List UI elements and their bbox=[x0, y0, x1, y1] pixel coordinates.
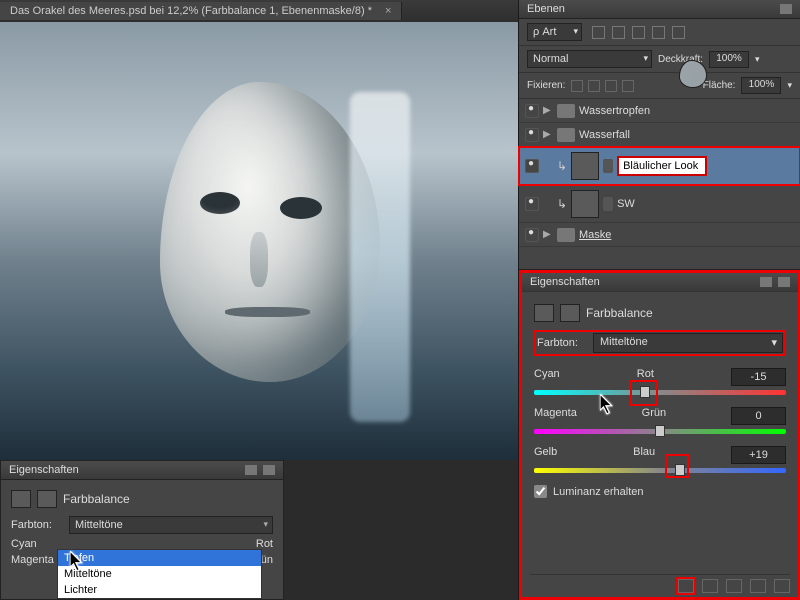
filter-smart-icon[interactable] bbox=[672, 26, 685, 39]
visibility-icon[interactable] bbox=[750, 579, 766, 593]
cyan-label: Cyan bbox=[534, 368, 560, 386]
annotation-box bbox=[630, 380, 658, 406]
tone-select[interactable]: Mitteltöne bbox=[593, 333, 783, 353]
clip-icon[interactable] bbox=[678, 579, 694, 593]
collapse-icon[interactable] bbox=[760, 277, 772, 287]
trash-icon[interactable] bbox=[774, 579, 790, 593]
layer-group[interactable]: ▶ Wassertropfen bbox=[519, 99, 800, 123]
tone-label: Farbton: bbox=[11, 519, 63, 531]
lock-all-icon[interactable] bbox=[622, 80, 634, 92]
tone-select[interactable]: Mitteltöne bbox=[69, 516, 273, 534]
balance-icon bbox=[11, 490, 31, 508]
lock-transparent-icon[interactable] bbox=[571, 80, 583, 92]
layer-filter-select[interactable]: ρ Art bbox=[527, 23, 582, 41]
mask-icon bbox=[560, 304, 580, 322]
magenta-value[interactable]: 0 bbox=[731, 407, 786, 425]
menu-icon[interactable] bbox=[263, 465, 275, 475]
visibility-toggle[interactable] bbox=[525, 228, 539, 242]
green-label: Grün bbox=[642, 407, 666, 425]
lock-label: Fixieren: bbox=[527, 80, 565, 91]
panel-title: Eigenschaften bbox=[9, 464, 79, 476]
visibility-toggle[interactable] bbox=[525, 159, 539, 173]
dropdown-option-mitteltoene[interactable]: Mitteltöne bbox=[58, 566, 261, 582]
layer-adjustment[interactable]: ↳ SW bbox=[519, 185, 800, 223]
reset-icon[interactable] bbox=[726, 579, 742, 593]
layer-name[interactable]: SW bbox=[617, 198, 635, 210]
dropdown-option-tiefen[interactable]: Tiefen bbox=[58, 550, 261, 566]
mask-icon bbox=[37, 490, 57, 508]
visibility-toggle[interactable] bbox=[525, 128, 539, 142]
magenta-green-slider[interactable] bbox=[534, 429, 786, 434]
yellow-label: Gelb bbox=[534, 446, 557, 464]
annotation-box bbox=[665, 454, 689, 478]
magenta-label: Magenta bbox=[534, 407, 577, 425]
layers-title: Ebenen bbox=[527, 3, 565, 15]
tone-dropdown[interactable]: Tiefen Mitteltöne Lichter bbox=[57, 549, 262, 599]
twisty-icon[interactable]: ▶ bbox=[543, 105, 553, 116]
lock-position-icon[interactable] bbox=[605, 80, 617, 92]
cursor-icon bbox=[600, 394, 614, 412]
previous-state-icon[interactable] bbox=[702, 579, 718, 593]
folder-icon bbox=[557, 128, 575, 142]
layers-panel: Ebenen ρ Art Normal Deckkraft: 100% ▾ Fi… bbox=[519, 0, 800, 270]
layer-adjustment-active[interactable]: ↳ bbox=[519, 147, 800, 185]
preserve-luminosity-checkbox[interactable]: Luminanz erhalten bbox=[534, 485, 786, 498]
cursor-icon bbox=[70, 551, 84, 569]
artwork-waterfall bbox=[350, 92, 410, 422]
properties-panel: Eigenschaften Farbbalance Farbton: Mitte… bbox=[519, 270, 800, 600]
layer-name-edit[interactable] bbox=[617, 156, 707, 176]
link-icon[interactable] bbox=[603, 197, 613, 211]
adjustment-thumb[interactable] bbox=[571, 152, 599, 180]
filter-shape-icon[interactable] bbox=[652, 26, 665, 39]
mask-thumb[interactable] bbox=[679, 60, 707, 88]
adjustment-thumb[interactable] bbox=[571, 190, 599, 218]
artwork-face bbox=[160, 82, 380, 382]
document-title: Das Orakel des Meeres.psd bei 12,2% (Far… bbox=[10, 5, 372, 17]
cyan-red-slider[interactable] bbox=[534, 390, 786, 395]
balance-icon bbox=[534, 304, 554, 322]
menu-icon[interactable] bbox=[780, 4, 792, 14]
filter-pixel-icon[interactable] bbox=[592, 26, 605, 39]
fill-flyout-icon[interactable]: ▾ bbox=[787, 80, 792, 91]
blue-label: Blau bbox=[633, 446, 655, 464]
opacity-flyout-icon[interactable]: ▾ bbox=[755, 54, 760, 65]
layer-name[interactable]: Wassertropfen bbox=[579, 105, 650, 117]
link-icon[interactable] bbox=[603, 159, 613, 173]
fill-label: Fläche: bbox=[703, 80, 736, 91]
layer-group[interactable]: ▶ Wasserfall bbox=[519, 123, 800, 147]
fill-value[interactable]: 100% bbox=[741, 77, 781, 94]
layer-name[interactable]: Wasserfall bbox=[579, 129, 630, 141]
dropdown-option-lichter[interactable]: Lichter bbox=[58, 582, 261, 598]
yellow-value[interactable]: +19 bbox=[731, 446, 786, 464]
opacity-value[interactable]: 100% bbox=[709, 51, 749, 68]
layer-group[interactable]: ▶ Maske bbox=[519, 223, 800, 247]
adjustment-name: Farbbalance bbox=[586, 306, 653, 320]
blend-mode-select[interactable]: Normal bbox=[527, 50, 652, 68]
twisty-icon[interactable]: ▶ bbox=[543, 229, 553, 240]
clip-icon: ↳ bbox=[557, 159, 567, 173]
folder-icon bbox=[557, 228, 575, 242]
cyan-value[interactable]: -15 bbox=[731, 368, 786, 386]
lock-pixels-icon[interactable] bbox=[588, 80, 600, 92]
close-icon[interactable]: × bbox=[385, 5, 391, 17]
document-tab[interactable]: Das Orakel des Meeres.psd bei 12,2% (Far… bbox=[0, 2, 402, 20]
adjustment-name: Farbbalance bbox=[63, 492, 130, 506]
canvas[interactable] bbox=[0, 22, 518, 460]
filter-type-icon[interactable] bbox=[632, 26, 645, 39]
panel-title: Eigenschaften bbox=[530, 276, 600, 288]
visibility-toggle[interactable] bbox=[525, 197, 539, 211]
checkbox-label: Luminanz erhalten bbox=[553, 486, 644, 498]
collapse-icon[interactable] bbox=[245, 465, 257, 475]
layer-name[interactable]: Maske bbox=[579, 229, 611, 241]
folder-icon bbox=[557, 104, 575, 118]
menu-icon[interactable] bbox=[778, 277, 790, 287]
slider-handle[interactable] bbox=[655, 425, 665, 437]
clip-icon: ↳ bbox=[557, 197, 567, 211]
visibility-toggle[interactable] bbox=[525, 104, 539, 118]
yellow-blue-slider[interactable] bbox=[534, 468, 786, 473]
twisty-icon[interactable]: ▶ bbox=[543, 129, 553, 140]
filter-adjust-icon[interactable] bbox=[612, 26, 625, 39]
tone-label: Farbton: bbox=[537, 337, 587, 349]
checkbox-input[interactable] bbox=[534, 485, 547, 498]
